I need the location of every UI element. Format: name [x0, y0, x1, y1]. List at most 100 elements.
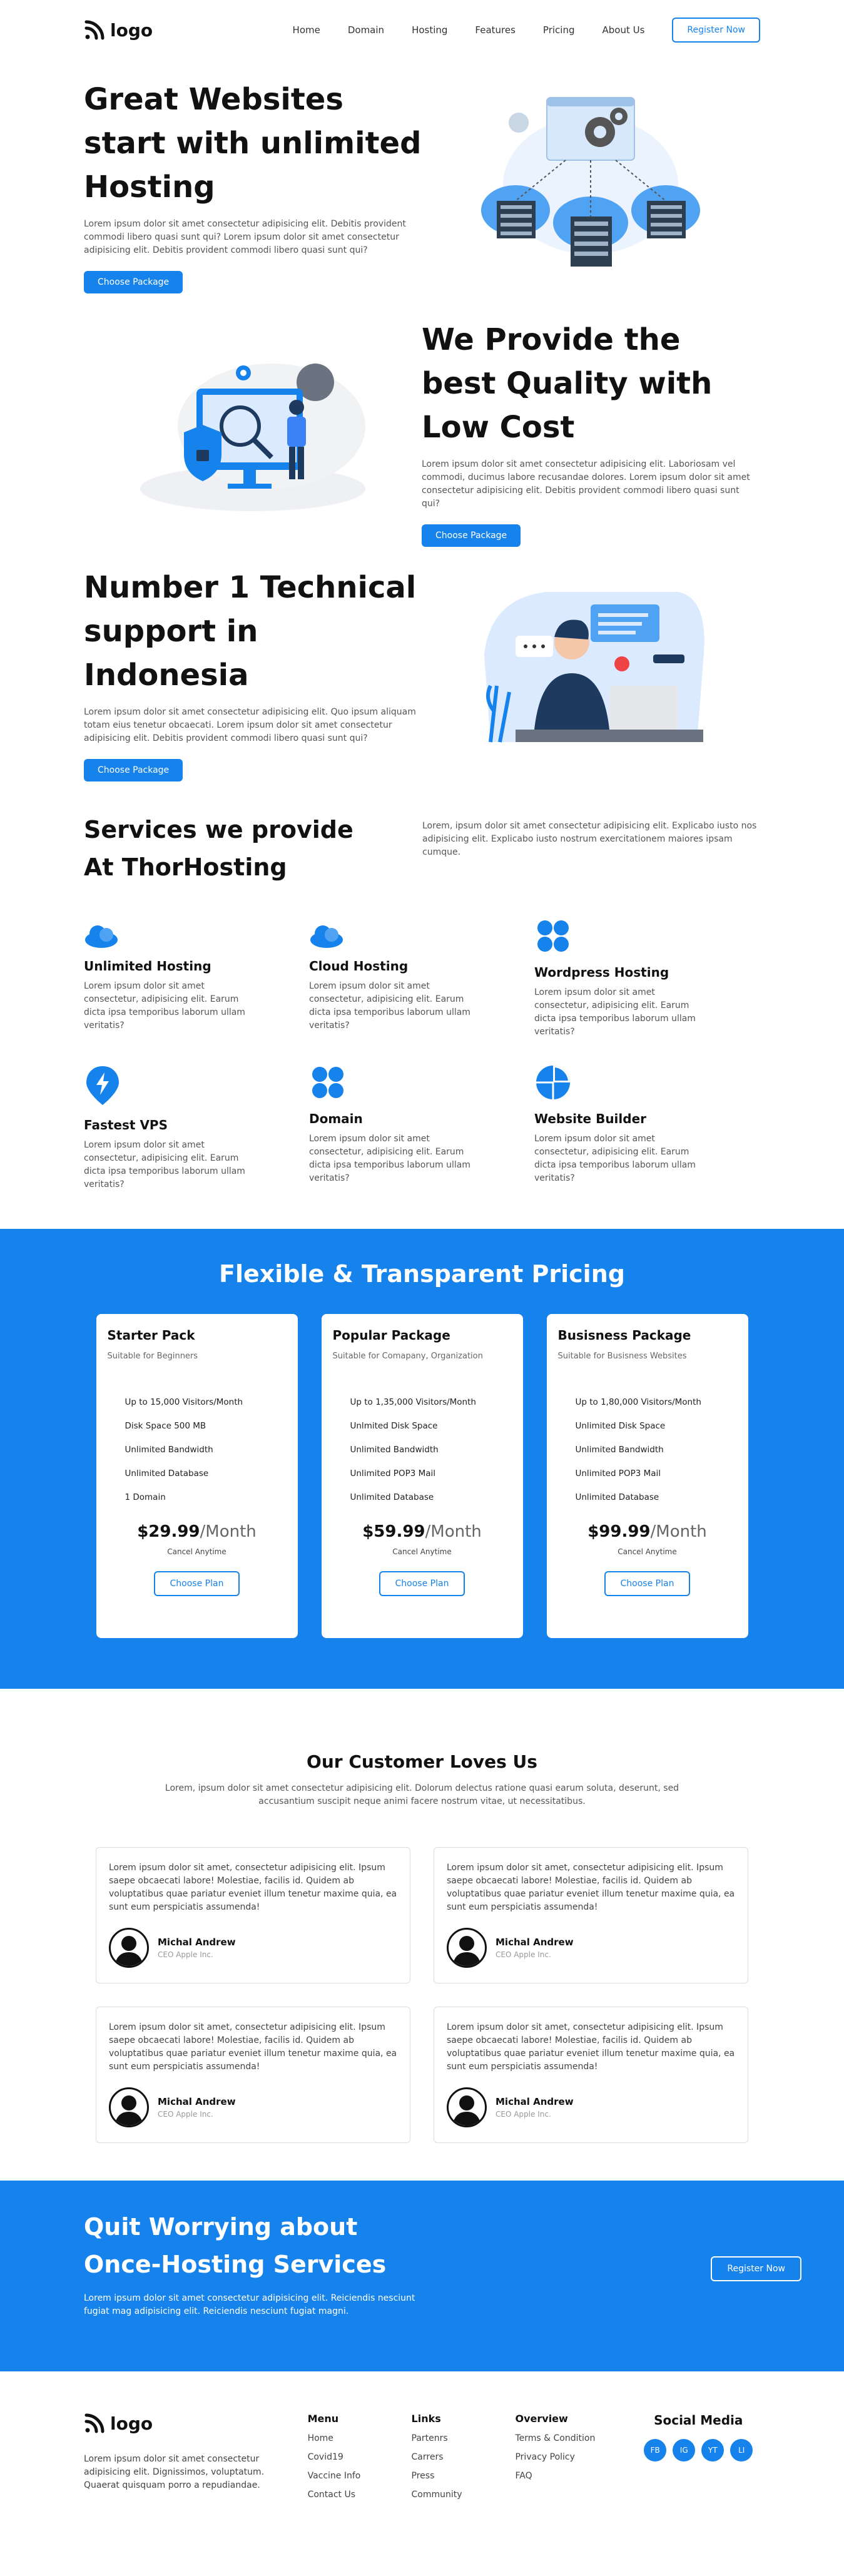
- plan-feature: Unlimited Bandwidth: [350, 1445, 439, 1455]
- service-name: Cloud Hosting: [309, 959, 409, 974]
- plan-feature: Unlimited Bandwidth: [125, 1445, 213, 1455]
- service-text: Lorem ipsum dolor sit amet consectetur, …: [534, 1134, 696, 1183]
- pricing-section: Flexible & Transparent Pricing Starter P…: [0, 1229, 844, 1689]
- testimonial-quote: Lorem ipsum dolor sit amet, consectetur …: [447, 1863, 735, 1912]
- nav-home[interactable]: Home: [293, 24, 320, 36]
- footer-link-contact-us[interactable]: Contact Us: [308, 2490, 412, 2500]
- user-avatar-icon: [452, 1936, 481, 1966]
- testimonial-role: CEO Apple Inc.: [496, 2110, 551, 2119]
- testimonial-quote: Lorem ipsum dolor sit amet, consectetur …: [447, 2022, 735, 2072]
- logo[interactable]: logo: [84, 19, 153, 41]
- footer-link-partners[interactable]: Partenrs: [412, 2433, 516, 2443]
- avatar: [447, 1928, 487, 1968]
- choose-package-button-2[interactable]: Choose Package: [422, 524, 521, 547]
- site-header: logo Home Domain Hosting Features Pricin…: [0, 0, 844, 60]
- plan-feature: Unlimited Bandwidth: [575, 1445, 664, 1455]
- plan-features: Up to 1,35,000 Visitors/Month Unlmited D…: [333, 1397, 512, 1502]
- footer-logo[interactable]: logo: [84, 2413, 308, 2434]
- register-button[interactable]: Register Now: [672, 18, 760, 43]
- price-amount: $99.99: [587, 1522, 651, 1541]
- user-avatar-icon: [114, 2095, 143, 2125]
- plan-name: Popular Package: [332, 1328, 450, 1343]
- nav-domain[interactable]: Domain: [348, 24, 384, 36]
- testimonial-role: CEO Apple Inc.: [158, 1950, 213, 1959]
- plan-price: $99.99/Month: [558, 1522, 737, 1541]
- plan-subtitle: Suitable for Busisness Websites: [557, 1352, 687, 1361]
- plan-name: Busisness Package: [557, 1328, 691, 1343]
- main-nav: Home Domain Hosting Features Pricing Abo…: [293, 18, 760, 43]
- plan-feature: Unlimited Database: [125, 1469, 209, 1479]
- social-media-title: Social Media: [654, 2413, 743, 2428]
- price-period: /Month: [200, 1522, 257, 1541]
- services-header: Services we provide At ThorHosting Lorem…: [0, 811, 844, 886]
- services-grid: Unlimited Hosting Lorem ipsum dolor sit …: [0, 911, 844, 1191]
- plan-feature: Unlimited Database: [575, 1492, 659, 1502]
- footer-link-press[interactable]: Press: [412, 2471, 516, 2481]
- price-period: /Month: [650, 1522, 707, 1541]
- plan-feature: Unlimited Database: [350, 1492, 434, 1502]
- choose-package-button-3[interactable]: Choose Package: [84, 758, 183, 781]
- nav-about-us[interactable]: About Us: [602, 24, 644, 36]
- services-title: Services we provide At ThorHosting: [84, 811, 422, 886]
- footer-link-vaccine-info[interactable]: Vaccine Info: [308, 2471, 412, 2481]
- nav-features[interactable]: Features: [475, 24, 516, 36]
- footer-link-home[interactable]: Home: [308, 2433, 412, 2443]
- youtube-icon[interactable]: YT: [701, 2439, 725, 2461]
- logo-icon: [84, 2413, 104, 2433]
- cloud-icon: [85, 925, 118, 948]
- price-period: /Month: [425, 1522, 482, 1541]
- service-text: Lorem ipsum dolor sit amet consectetur, …: [309, 981, 470, 1031]
- service-name: Wordpress Hosting: [534, 965, 669, 980]
- service-cloud-hosting: Cloud Hosting Lorem ipsum dolor sit amet…: [309, 911, 534, 1039]
- instagram-icon[interactable]: IG: [673, 2439, 696, 2461]
- footer-links: Links Partenrs Carrers Press Community: [412, 2413, 516, 2533]
- footer-link-community[interactable]: Community: [412, 2490, 516, 2500]
- avatar: [447, 2087, 487, 2127]
- service-unlimited-hosting: Unlimited Hosting Lorem ipsum dolor sit …: [84, 911, 309, 1039]
- linkedin-icon[interactable]: LI: [730, 2439, 753, 2461]
- footer-link-faq[interactable]: FAQ: [515, 2471, 619, 2481]
- testimonial-role: CEO Apple Inc.: [496, 1950, 551, 1959]
- lightning-icon: [86, 1066, 119, 1105]
- plan-name: Starter Pack: [107, 1328, 195, 1343]
- hosting-illustration: [422, 85, 760, 292]
- testimonial-name: Michal Andrew: [496, 1937, 574, 1948]
- logo-icon: [84, 20, 104, 40]
- footer-link-privacy[interactable]: Privacy Policy: [515, 2452, 619, 2462]
- footer-link-covid19[interactable]: Covid19: [308, 2452, 412, 2462]
- service-wordpress-hosting: Wordpress Hosting Lorem ipsum dolor sit …: [534, 911, 760, 1039]
- footer-logo-text: logo: [110, 2413, 153, 2434]
- support-text: Lorem ipsum dolor sit amet consectetur a…: [84, 706, 416, 743]
- site-footer: logo Lorem ipsum dolor sit amet consecte…: [0, 2371, 844, 2533]
- service-name: Domain: [309, 1111, 363, 1126]
- pricing-title: Flexible & Transparent Pricing: [219, 1260, 625, 1288]
- plan-subtitle: Suitable for Beginners: [107, 1352, 198, 1361]
- choose-plan-button[interactable]: Choose Plan: [153, 1571, 240, 1596]
- cta-register-button[interactable]: Register Now: [711, 2256, 801, 2281]
- service-website-builder: Website Builder Lorem ipsum dolor sit am…: [534, 1064, 760, 1191]
- choose-package-button[interactable]: Choose Package: [84, 270, 183, 293]
- choose-plan-button[interactable]: Choose Plan: [379, 1571, 465, 1596]
- service-text: Lorem ipsum dolor sit amet consectetur, …: [309, 1134, 470, 1183]
- plan-feature: Unlimited POP3 Mail: [575, 1469, 661, 1479]
- hero-text: Lorem ipsum dolor sit amet consectetur a…: [84, 218, 406, 255]
- testimonial-quote: Lorem ipsum dolor sit amet, consectetur …: [109, 1863, 397, 1912]
- service-fastest-vps: Fastest VPS Lorem ipsum dolor sit amet c…: [84, 1064, 309, 1191]
- grid-icon: [537, 920, 569, 952]
- price-amount: $59.99: [362, 1522, 425, 1541]
- support-agent-icon: [484, 592, 704, 743]
- service-name: Website Builder: [534, 1111, 647, 1126]
- plan-feature: Disk Space 500 MB: [125, 1421, 206, 1431]
- footer-link-careers[interactable]: Carrers: [412, 2452, 516, 2462]
- footer-link-terms[interactable]: Terms & Condition: [515, 2433, 619, 2443]
- pricing-card-business: Busisness Package Suitable for Busisness…: [546, 1314, 748, 1638]
- plan-feature: Unlimited POP3 Mail: [350, 1469, 436, 1479]
- testimonials-grid: Lorem ipsum dolor sit amet, consectetur …: [0, 1847, 844, 2143]
- support-section: Number 1 Technical support in Indonesia …: [0, 561, 844, 786]
- pie-icon: [536, 1066, 570, 1099]
- choose-plan-button[interactable]: Choose Plan: [604, 1571, 691, 1596]
- user-avatar-icon: [452, 2095, 481, 2125]
- nav-pricing[interactable]: Pricing: [543, 24, 575, 36]
- nav-hosting[interactable]: Hosting: [412, 24, 447, 36]
- facebook-icon[interactable]: FB: [644, 2439, 667, 2461]
